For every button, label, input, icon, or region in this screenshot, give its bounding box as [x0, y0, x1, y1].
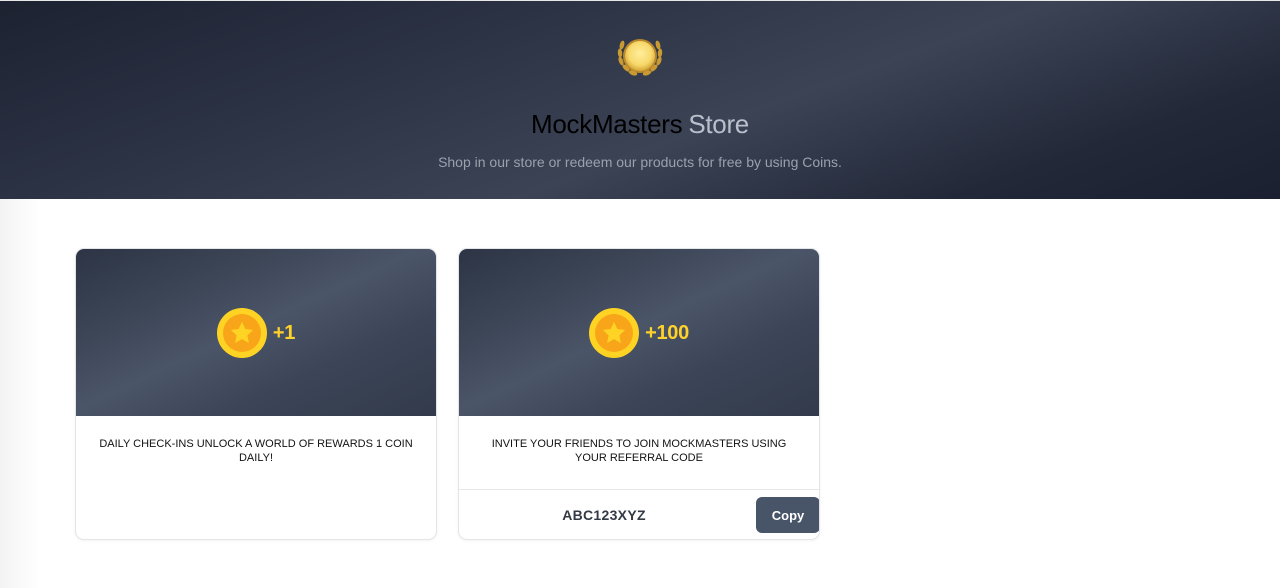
store-hero-banner: MockMasters Store Shop in our store or re… [0, 0, 1280, 199]
page-subtitle: Shop in our store or redeem our products… [438, 154, 842, 170]
referral-code: ABC123XYZ [562, 507, 646, 523]
brand-name: MockMasters [531, 109, 683, 139]
laurel-coin-icon [617, 39, 663, 76]
daily-checkin-card: +1 DAILY CHECK-INS UNLOCK A WORLD OF REW… [75, 248, 437, 540]
card-banner: +1 [76, 249, 436, 416]
coin-reward: +100 [459, 307, 819, 359]
star-coin-icon [589, 308, 640, 358]
coin-amount: +1 [272, 321, 296, 344]
page-title: MockMasters Store [0, 107, 1280, 141]
coin-amount: +100 [645, 321, 689, 344]
card-banner: +100 [459, 249, 819, 416]
star-coin-icon [216, 308, 267, 358]
coin-reward: +1 [76, 307, 436, 359]
referral-card: +100 INVITE YOUR FRIENDS TO JOIN MOCKMAS… [458, 248, 820, 540]
store-label: Store [688, 109, 749, 139]
page-left-edge [0, 199, 40, 588]
copy-code-button[interactable]: Copy [756, 497, 819, 533]
card-description: DAILY CHECK-INS UNLOCK A WORLD OF REWARD… [99, 438, 413, 464]
referral-code-bar: ABC123XYZ Copy [459, 489, 819, 539]
card-description: INVITE YOUR FRIENDS TO JOIN MOCKMASTERS … [491, 438, 787, 464]
